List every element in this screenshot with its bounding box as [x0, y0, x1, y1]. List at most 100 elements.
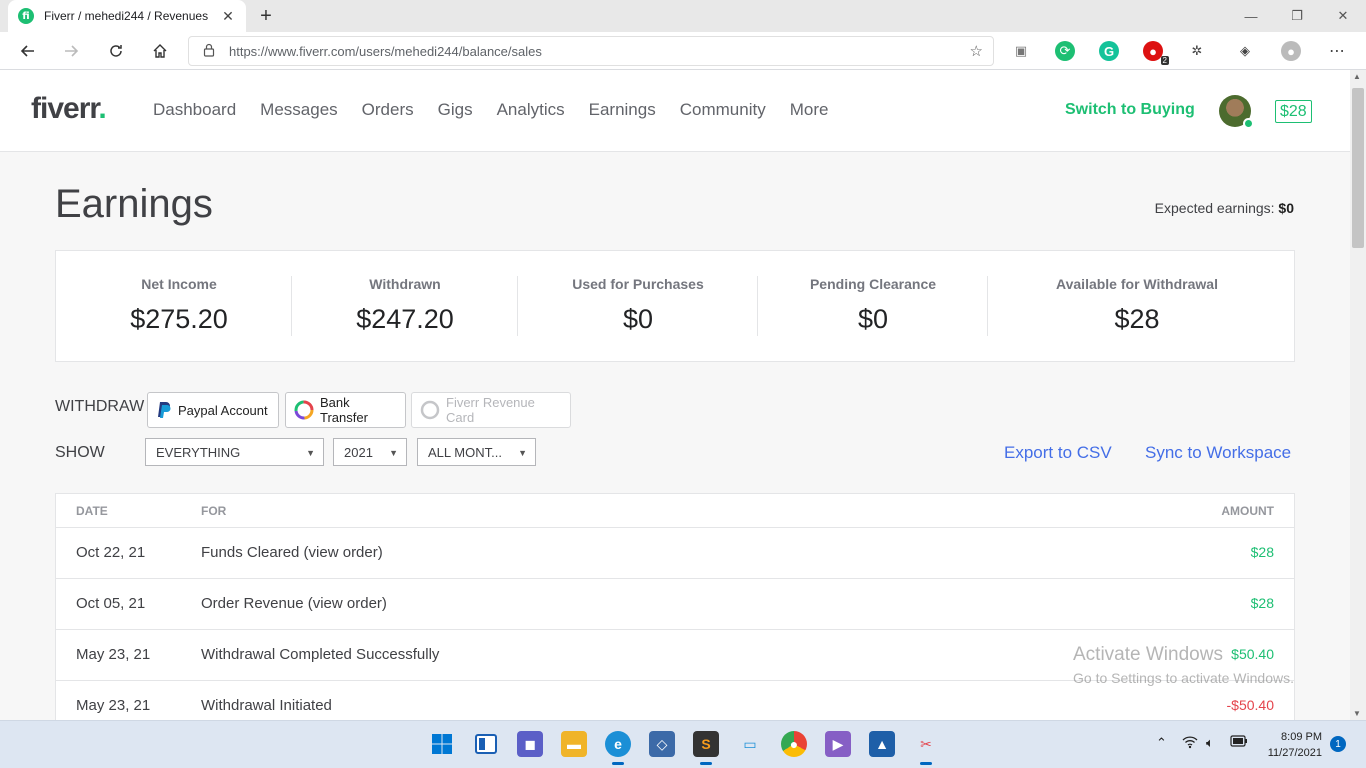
stat-value: $275.20	[130, 304, 228, 334]
month-filter-value: ALL MONT...	[428, 444, 502, 460]
logo-dot: .	[98, 92, 106, 125]
column-header-date[interactable]: DATE	[76, 504, 108, 518]
maximize-button[interactable]: ❐	[1274, 0, 1320, 32]
wifi-icon[interactable]	[1182, 735, 1198, 752]
nav-analytics[interactable]: Analytics	[497, 100, 565, 120]
nav-dashboard[interactable]: Dashboard	[153, 100, 236, 120]
balance-badge[interactable]: $28	[1275, 100, 1312, 123]
column-header-amount[interactable]: AMOUNT	[1221, 504, 1274, 518]
edge-browser-icon[interactable]: e	[605, 731, 631, 765]
sync-workspace-link[interactable]: Sync to Workspace	[1145, 443, 1291, 463]
scroll-up-icon[interactable]: ▲	[1353, 72, 1361, 81]
notification-badge[interactable]: 1	[1330, 736, 1346, 752]
refresh-icon	[110, 45, 122, 57]
forward-button[interactable]	[58, 38, 84, 64]
export-csv-link[interactable]: Export to CSV	[1004, 443, 1112, 463]
scrollbar-thumb[interactable]	[1352, 88, 1364, 248]
visual-studio-icon[interactable]: ▶	[825, 731, 851, 757]
lock-icon	[203, 43, 215, 60]
battery-icon[interactable]	[1230, 735, 1248, 750]
stat-pending-clearance: Pending Clearance $0	[773, 276, 973, 335]
divider	[291, 276, 292, 336]
row-date: May 23, 21	[76, 697, 151, 714]
nav-community[interactable]: Community	[680, 100, 766, 120]
refresh-button[interactable]	[103, 38, 129, 64]
3d-box-icon[interactable]: ◇	[649, 731, 675, 757]
extension-screen-capture-icon[interactable]: ▣	[1011, 41, 1031, 61]
stat-net-income: Net Income $275.20	[79, 276, 279, 335]
bank-transfer-button[interactable]: Bank Transfer	[285, 392, 406, 428]
nav-gigs[interactable]: Gigs	[438, 100, 473, 120]
extension-adblock-icon[interactable]: ● 2	[1143, 41, 1169, 65]
avatar[interactable]	[1219, 95, 1254, 129]
table-row: May 23, 21 Withdrawal Completed Successf…	[56, 630, 1294, 681]
revenue-card-button[interactable]: Fiverr Revenue Card	[411, 392, 571, 428]
windows-taskbar: ◼ ▬ e ◇ S ▭ ● ▶ ▲ ✂ ⌃ 🔈︎	[0, 720, 1366, 768]
nav-orders[interactable]: Orders	[362, 100, 414, 120]
row-description[interactable]: Order Revenue (view order)	[201, 595, 387, 612]
scroll-down-icon[interactable]: ▼	[1353, 709, 1361, 718]
row-description: Withdrawal Completed Successfully	[201, 646, 440, 663]
nav-more[interactable]: More	[790, 100, 829, 120]
bank-transfer-label: Bank Transfer	[320, 395, 368, 425]
back-arrow-icon	[20, 45, 34, 57]
file-explorer-icon[interactable]: ▬	[561, 731, 587, 757]
page-title: Earnings	[55, 182, 213, 226]
address-bar[interactable]: https://www.fiverr.com/users/mehedi244/b…	[188, 36, 994, 66]
tray-overflow-icon[interactable]: ⌃	[1156, 735, 1167, 751]
transactions-table: DATE FOR AMOUNT Oct 22, 21 Funds Cleared…	[55, 493, 1295, 733]
expected-earnings-label: Expected earnings:	[1154, 200, 1279, 216]
nav-messages[interactable]: Messages	[260, 100, 337, 120]
bank-transfer-icon	[294, 400, 314, 420]
expected-earnings: Expected earnings: $0	[1155, 200, 1294, 216]
revenue-card-label: Fiverr Revenue Card	[446, 395, 535, 425]
browser-tab[interactable]: fi Fiverr / mehedi244 / Revenues ✕	[8, 0, 246, 32]
home-button[interactable]	[147, 38, 173, 64]
stat-label: Available for Withdrawal	[1056, 276, 1218, 292]
new-tab-button[interactable]: +	[256, 5, 276, 27]
browser-toolbar: https://www.fiverr.com/users/mehedi244/b…	[0, 32, 1366, 70]
column-header-for: FOR	[201, 504, 227, 518]
extension-sync-icon[interactable]: ⟳	[1055, 41, 1075, 61]
page-scrollbar[interactable]: ▲ ▼	[1350, 70, 1366, 720]
profile-icon[interactable]: ●	[1281, 41, 1301, 61]
nav-earnings[interactable]: Earnings	[589, 100, 656, 120]
extensions-puzzle-icon[interactable]: ✲	[1187, 41, 1207, 61]
row-description[interactable]: Funds Cleared (view order)	[201, 544, 383, 561]
year-filter-value: 2021	[344, 444, 373, 460]
fiverr-logo[interactable]: fiverr.	[31, 92, 107, 126]
back-button[interactable]	[15, 38, 41, 64]
tab-title: Fiverr / mehedi244 / Revenues	[44, 9, 209, 23]
start-icon[interactable]	[429, 731, 455, 757]
window-close-button[interactable]: ✕	[1320, 0, 1366, 32]
row-date: Oct 22, 21	[76, 544, 146, 561]
snip-tool-icon[interactable]: ▭	[737, 731, 763, 757]
type-filter-select[interactable]: EVERYTHING ▼	[145, 438, 324, 466]
extension-grammarly-icon[interactable]: G	[1099, 41, 1119, 61]
add-favorite-icon[interactable]: ☆	[970, 42, 983, 60]
collections-icon[interactable]: ◈	[1235, 41, 1255, 61]
paypal-withdraw-button[interactable]: Paypal Account	[147, 392, 279, 428]
system-clock[interactable]: 8:09 PM 11/27/2021	[1262, 729, 1322, 761]
volume-icon[interactable]: 🔈︎	[1206, 735, 1214, 751]
photos-icon[interactable]: ▲	[869, 731, 895, 757]
tab-close-icon[interactable]: ✕	[220, 8, 236, 25]
widgets-icon[interactable]	[473, 731, 499, 757]
snipping-tool-icon[interactable]: ✂	[913, 731, 939, 765]
row-amount: $50.40	[1231, 646, 1274, 662]
divider	[757, 276, 758, 336]
online-status-indicator	[1243, 118, 1254, 129]
show-label: SHOW	[55, 444, 105, 461]
row-amount: $28	[1250, 544, 1274, 560]
more-menu-icon[interactable]: ⋯	[1327, 41, 1347, 61]
row-amount: -$50.40	[1226, 697, 1274, 713]
year-filter-select[interactable]: 2021 ▼	[333, 438, 407, 466]
minimize-button[interactable]: —	[1228, 0, 1274, 32]
stat-label: Used for Purchases	[572, 276, 704, 292]
chrome-icon[interactable]: ●	[781, 731, 807, 757]
clock-time: 8:09 PM	[1281, 731, 1322, 743]
sublime-text-icon[interactable]: S	[693, 731, 719, 765]
switch-to-buying-link[interactable]: Switch to Buying	[1065, 101, 1195, 119]
teams-chat-icon[interactable]: ◼	[517, 731, 543, 757]
month-filter-select[interactable]: ALL MONT... ▼	[417, 438, 536, 466]
